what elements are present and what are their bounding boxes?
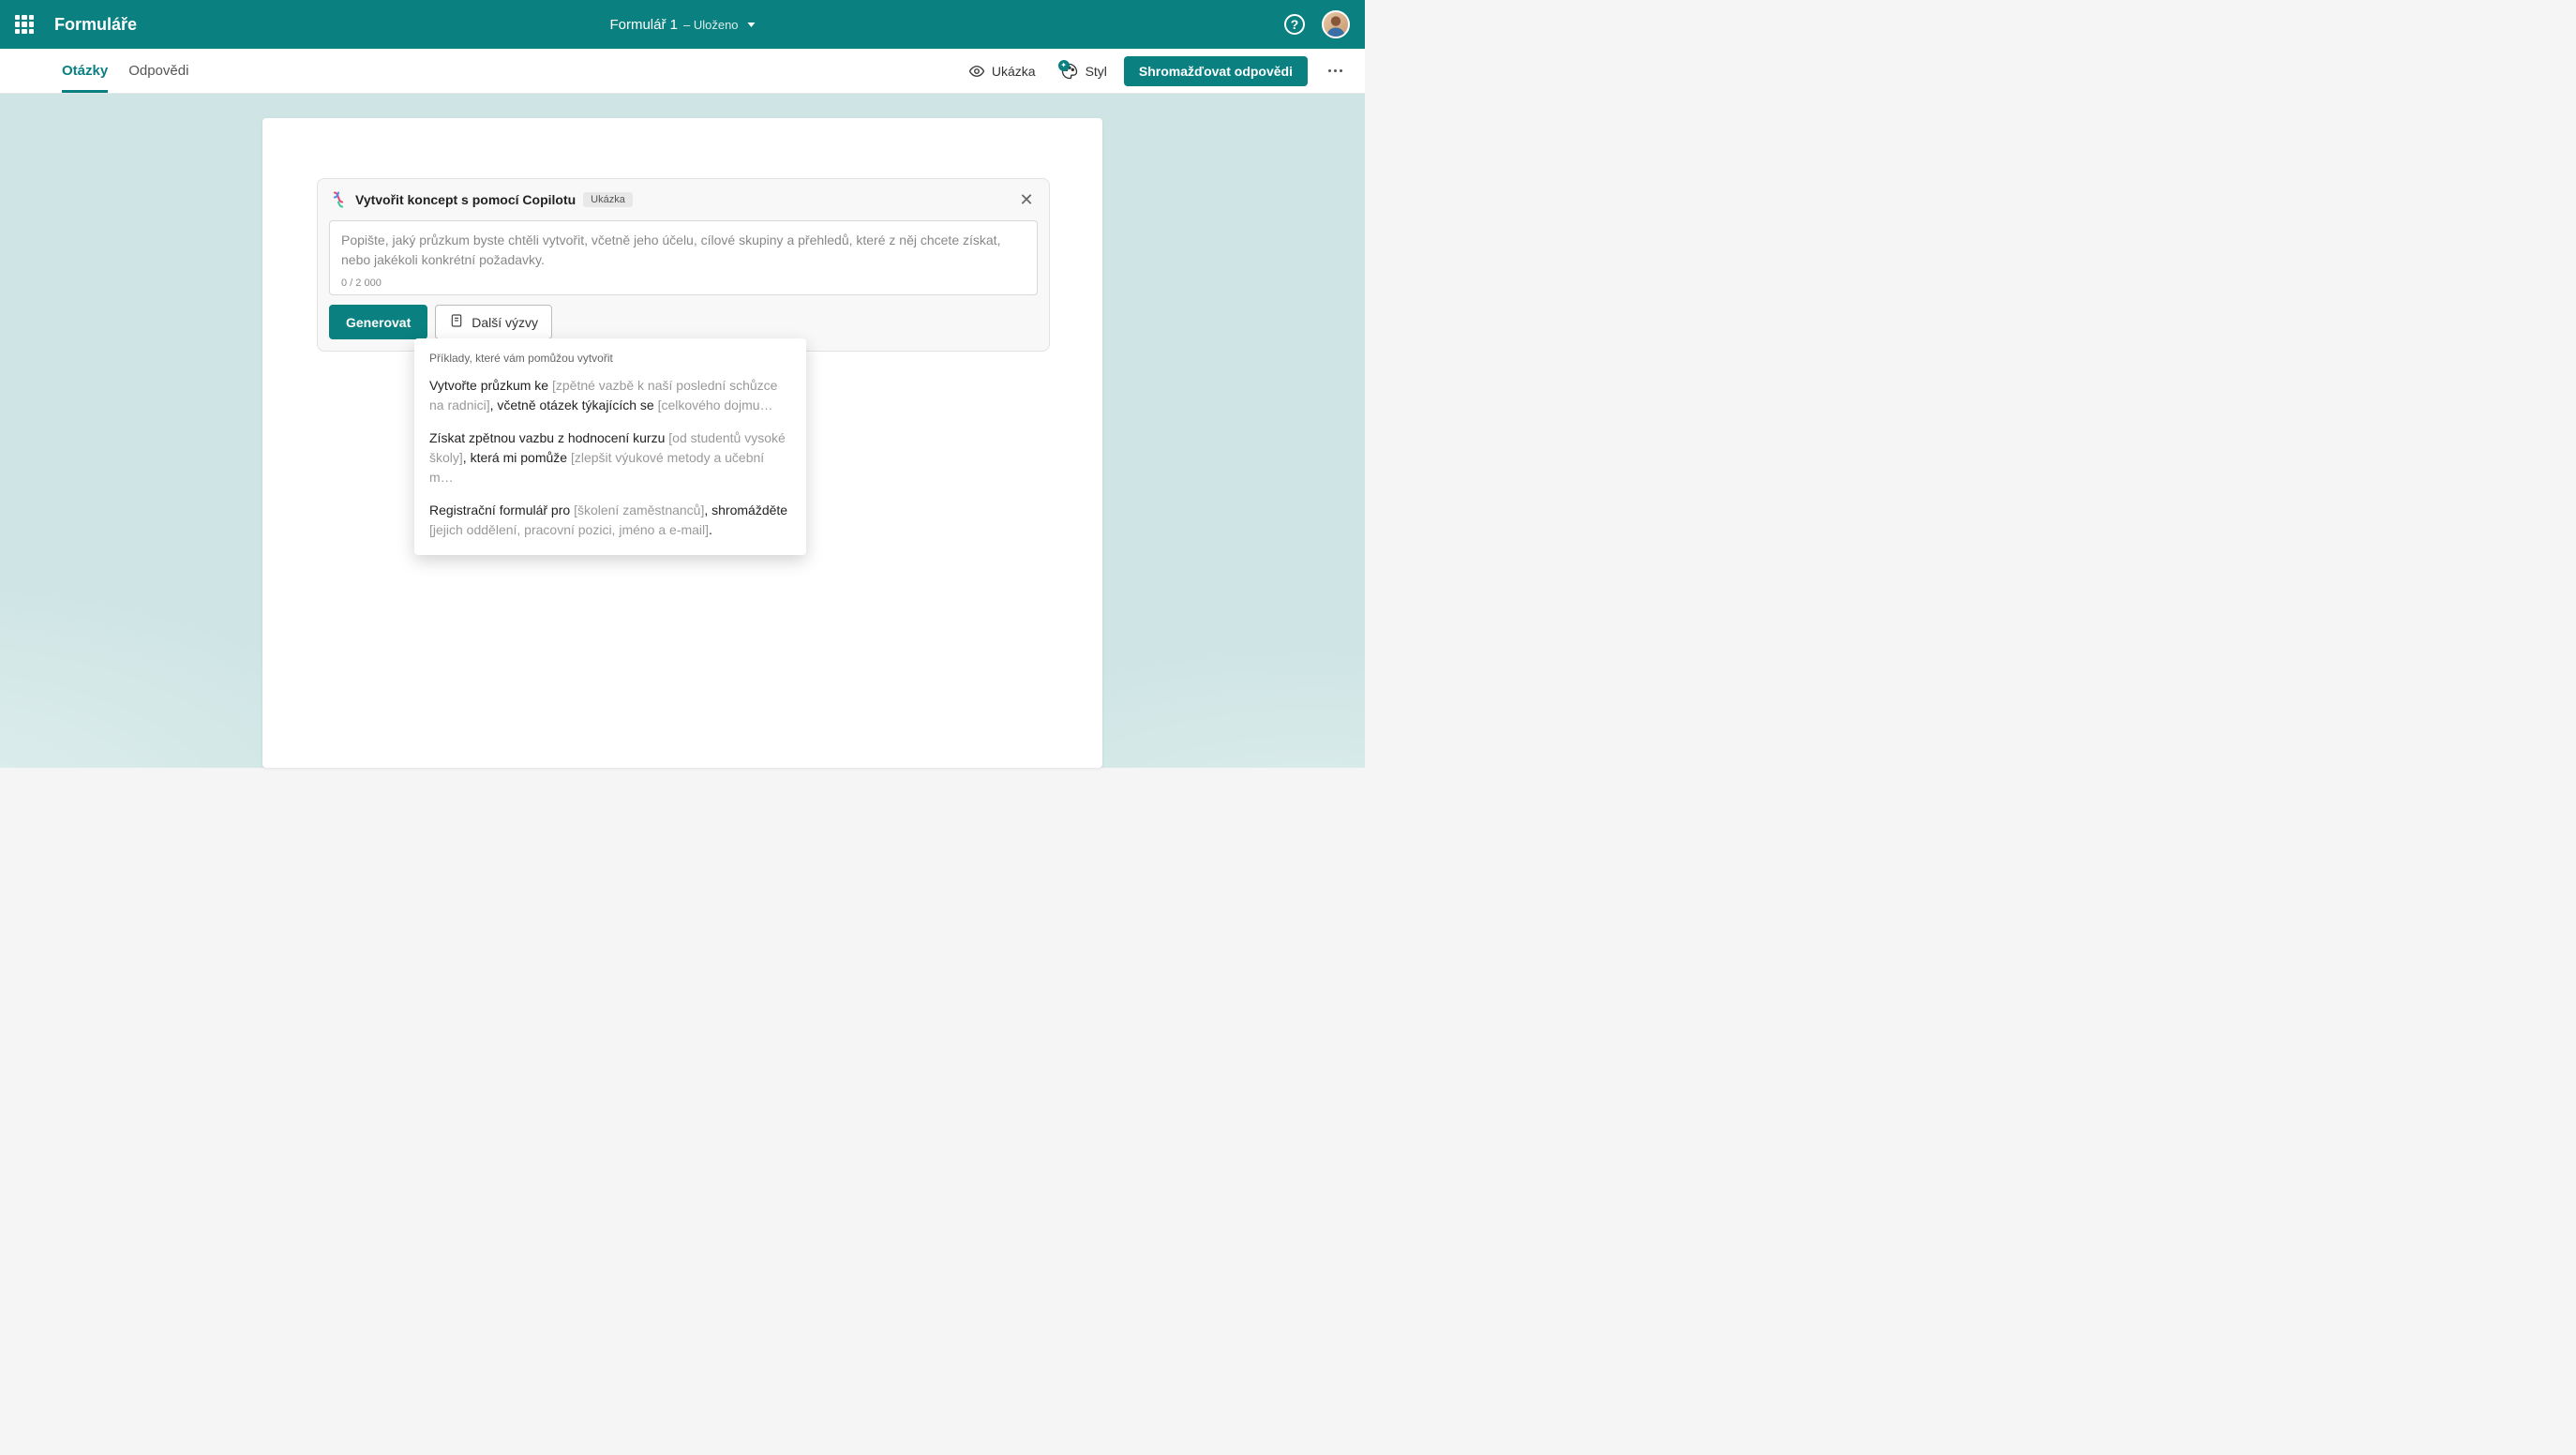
- preview-label: Ukázka: [992, 64, 1036, 79]
- save-status: – Uloženo: [683, 18, 739, 32]
- style-label: Styl: [1086, 64, 1107, 79]
- prompt-example[interactable]: Registrační formulář pro [školení zaměst…: [429, 501, 791, 540]
- form-canvas: Vytvořit koncept s pomocí Copilotu Ukázk…: [262, 118, 1102, 768]
- sparkle-badge-icon: ✦: [1058, 60, 1070, 71]
- form-title: Formulář 1: [609, 17, 678, 33]
- app-name[interactable]: Formuláře: [54, 15, 137, 35]
- avatar[interactable]: [1322, 10, 1350, 38]
- copilot-badge: Ukázka: [583, 192, 633, 207]
- generate-button[interactable]: Generovat: [329, 305, 427, 339]
- prompt-example[interactable]: Vytvořte průzkum ke [zpětné vazbě k naší…: [429, 376, 791, 415]
- app-launcher-icon[interactable]: [15, 15, 34, 34]
- char-counter: 0 / 2 000: [341, 278, 1026, 289]
- prompt-guide-icon: [449, 313, 464, 331]
- style-button[interactable]: ✦ Styl: [1053, 62, 1107, 81]
- tabs: Otázky Odpovědi: [62, 49, 188, 93]
- tab-responses[interactable]: Odpovědi: [128, 49, 188, 93]
- eye-icon: [968, 63, 985, 80]
- close-icon[interactable]: ✕: [1015, 188, 1038, 211]
- copilot-title: Vytvořit koncept s pomocí Copilotu: [355, 192, 576, 207]
- collect-responses-button[interactable]: Shromažďovat odpovědi: [1124, 56, 1308, 86]
- help-icon[interactable]: ?: [1284, 14, 1305, 35]
- copilot-card: Vytvořit koncept s pomocí Copilotu Ukázk…: [317, 178, 1050, 352]
- prompts-heading: Příklady, které vám pomůžou vytvořit: [429, 352, 791, 365]
- toolbar: Otázky Odpovědi Ukázka ✦ Styl Shromažďov…: [0, 49, 1365, 94]
- tab-questions[interactable]: Otázky: [62, 49, 108, 93]
- document-title-group[interactable]: Formulář 1 – Uloženo: [609, 17, 755, 33]
- app-header: Formuláře Formulář 1 – Uloženo ?: [0, 0, 1365, 49]
- preview-button[interactable]: Ukázka: [968, 63, 1036, 80]
- copilot-icon: [329, 190, 348, 209]
- copilot-prompt-input[interactable]: Popište, jaký průzkum byste chtěli vytvo…: [329, 220, 1038, 295]
- more-actions-button[interactable]: [1325, 66, 1346, 76]
- more-prompts-button[interactable]: Další výzvy: [435, 305, 552, 339]
- canvas-stage: Vytvořit koncept s pomocí Copilotu Ukázk…: [0, 94, 1365, 768]
- prompts-dropdown: Příklady, které vám pomůžou vytvořit Vyt…: [414, 338, 806, 555]
- copilot-placeholder: Popište, jaký průzkum byste chtěli vytvo…: [341, 231, 1026, 272]
- prompt-example[interactable]: Získat zpětnou vazbu z hodnocení kurzu […: [429, 428, 791, 488]
- chevron-down-icon: [748, 22, 756, 27]
- more-prompts-label: Další výzvy: [472, 315, 538, 330]
